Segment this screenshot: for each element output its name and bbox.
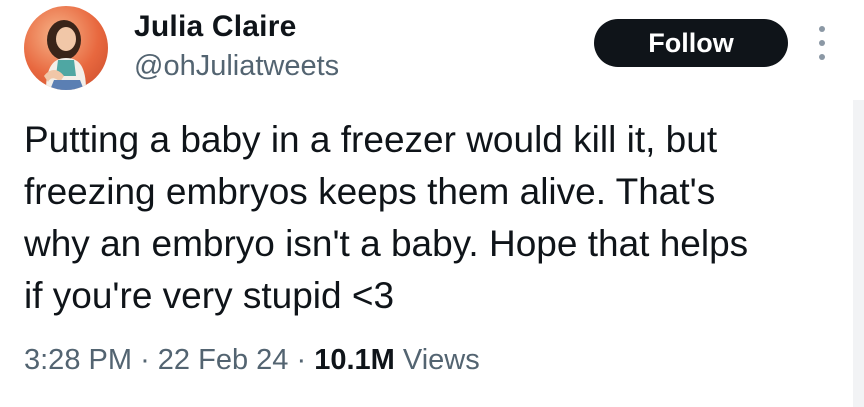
scrollbar-track[interactable] [853, 100, 864, 407]
tweet-time[interactable]: 3:28 PM [24, 344, 132, 376]
tweet-text-line: if you're very stupid <3 [24, 275, 395, 316]
display-name[interactable]: Julia Claire [134, 10, 296, 44]
tweet-text-line: freezing embryos keeps them alive. That'… [24, 171, 716, 212]
more-vertical-icon[interactable] [814, 26, 830, 60]
tweet-date[interactable]: 22 Feb 24 [158, 344, 289, 376]
meta-separator: · [140, 344, 150, 376]
views-label: Views [402, 344, 480, 376]
views-count: 10.1M [314, 344, 395, 376]
tweet: Julia Claire @ohJuliatweets Follow Putti… [0, 0, 864, 407]
follow-button[interactable]: Follow [594, 19, 788, 67]
dot [819, 40, 825, 46]
meta-separator: · [296, 344, 307, 376]
dot [819, 54, 825, 60]
dot [819, 26, 825, 32]
user-handle[interactable]: @ohJuliatweets [134, 50, 339, 83]
tweet-text: Putting a baby in a freezer would kill i… [24, 114, 844, 322]
tweet-text-line: Putting a baby in a freezer would kill i… [24, 119, 718, 160]
tweet-meta: 3:28 PM · 22 Feb 24 · 10.1M Views [24, 344, 480, 377]
avatar[interactable] [24, 6, 108, 90]
avatar-photo [44, 20, 86, 90]
tweet-text-line: why an embryo isn't a baby. Hope that he… [24, 223, 749, 264]
